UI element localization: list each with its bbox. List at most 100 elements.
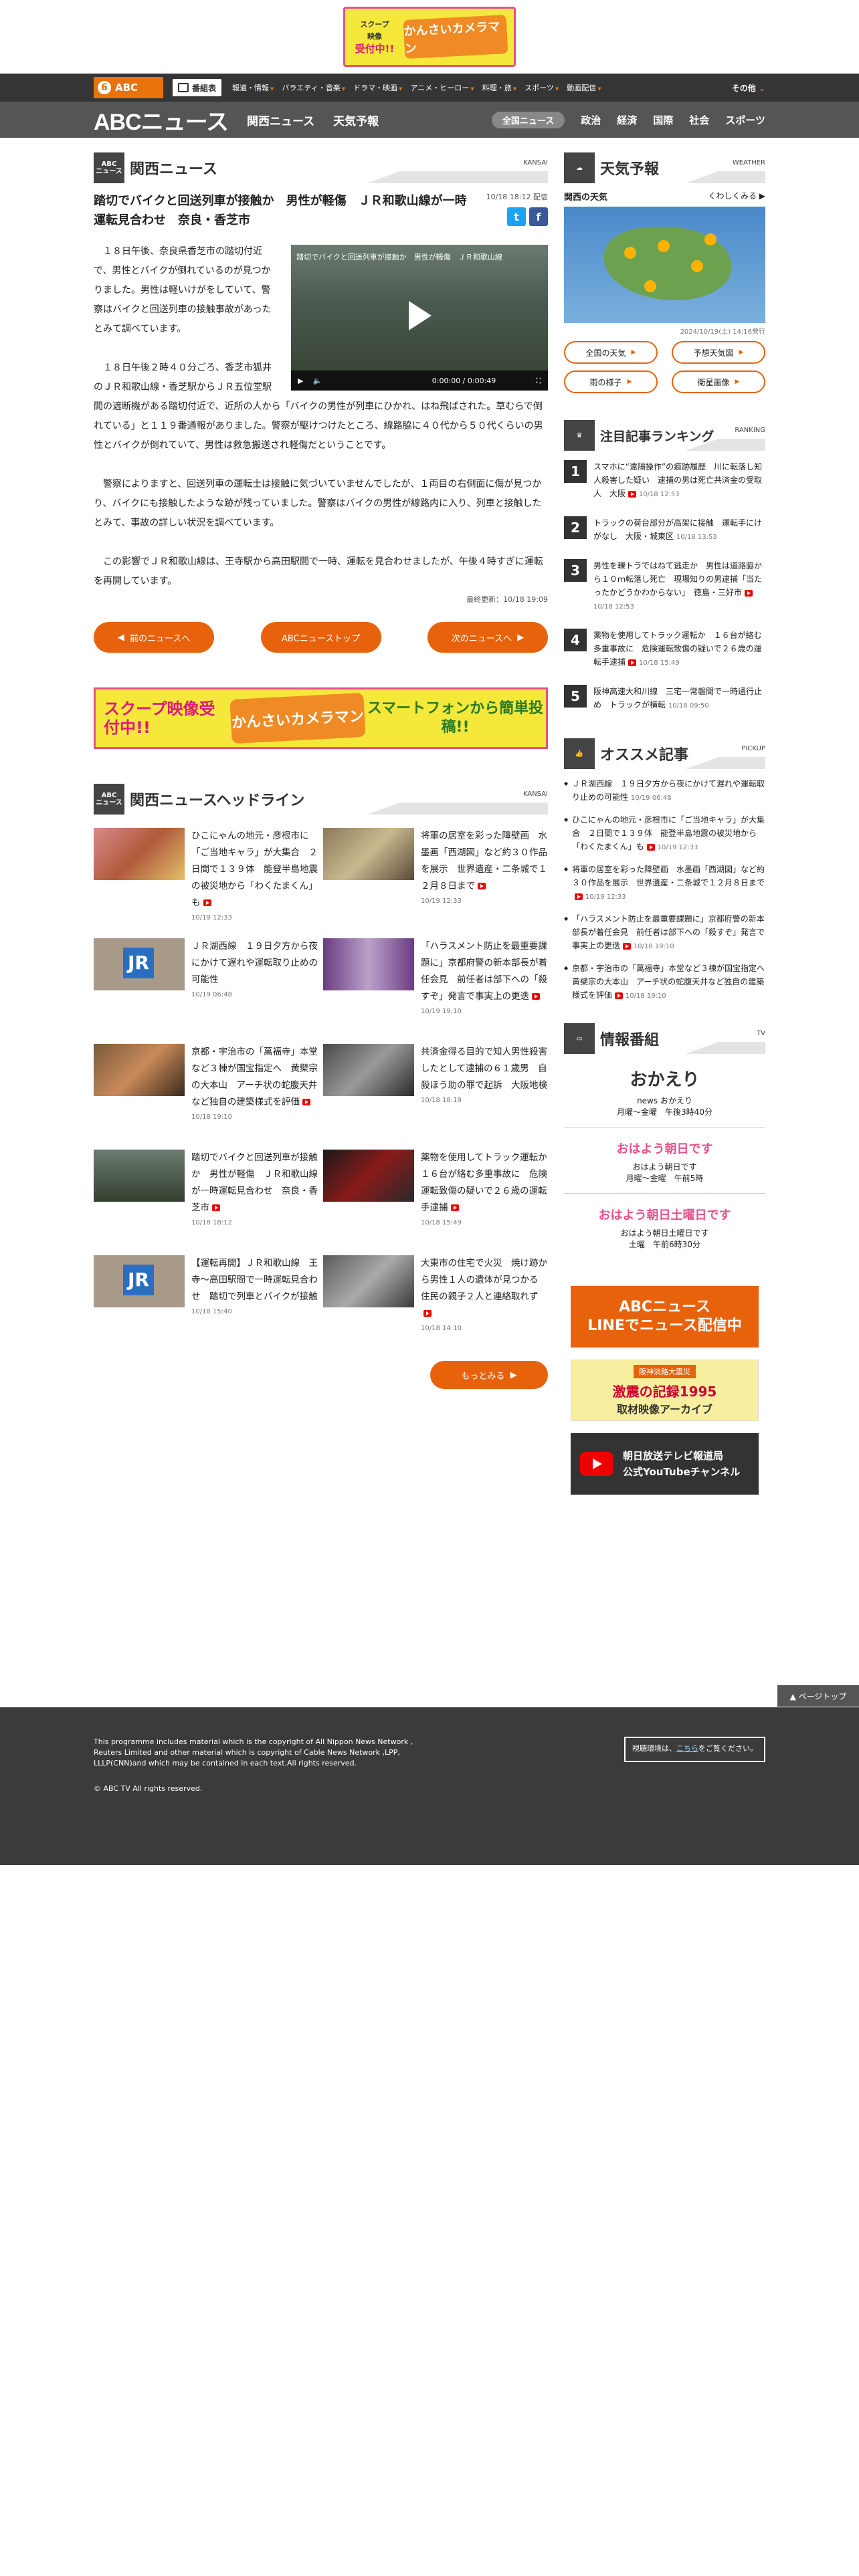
ranking-item[interactable]: 2 トラックの荷台部分が高架に接触 運転手にけがなし 大阪・城東区 10/18 1…: [564, 516, 765, 550]
headline-item[interactable]: 薬物を使用してトラック運転か １６台が絡む多重事故に 危険運転致傷の疑いで２６歳…: [323, 1150, 556, 1241]
headline-date: 10/18 14:10: [421, 1325, 462, 1332]
headline-item[interactable]: 京都・宇治市の「萬福寺」本堂など３棟が国宝指定へ 黄檗宗の大本山 アーチ状の蛇腹…: [94, 1044, 318, 1135]
cat-international[interactable]: 国際: [653, 113, 673, 127]
news-nav: ABCニュース 関西ニュース 天気予報 全国ニュース 政治 経済 国際 社会 ス…: [0, 102, 859, 138]
headline-text: ＪＲ湖西線 １９日夕方から夜にかけて遅れや運転取り止めの可能性: [191, 941, 318, 985]
abc-news-logo[interactable]: ABCニュース: [94, 104, 229, 136]
weather-detail-link[interactable]: くわしくみる ▶: [708, 190, 765, 203]
headline-item[interactable]: 将軍の居室を彩った障壁画 水墨画「西湖図」など約３０作品を展示 世界遺産・二条城…: [323, 828, 548, 924]
prev-news-button[interactable]: ◀ 前のニュースへ: [94, 622, 214, 653]
weather-date: 2024/10/19(土) 14:16発行: [680, 328, 765, 336]
play-icon[interactable]: [409, 301, 432, 330]
headline-item[interactable]: 共済金得る目的で知人男性殺害したとして逮捕の６１歳男 自殺ほう助の罪で起訴 大阪…: [323, 1044, 548, 1135]
headline-thumbnail: [323, 1150, 414, 1202]
youtube-banner[interactable]: 朝日放送テレビ報道局 公式YouTubeチャンネル: [571, 1433, 759, 1495]
program-list: おかえり news おかえり 月曜〜金曜 午後3時40分 おはよう朝日です おは…: [564, 1054, 765, 1259]
video-player[interactable]: 踏切でバイクと回送列車が接触か 男性が軽傷 ＪＲ和歌山線 ▶ 🔈 0:00:00…: [291, 245, 548, 391]
video-icon: [302, 1099, 310, 1105]
program-guide-button[interactable]: 番組表: [173, 79, 222, 96]
headline-item[interactable]: 大東市の住宅で火災 焼け跡から男性１人の遺体が見つかる 住民の親子２人と連絡取れ…: [323, 1255, 548, 1346]
banner-text: 公式YouTubeチャンネル: [623, 1466, 741, 1478]
facebook-icon[interactable]: f: [529, 207, 548, 226]
nav-weather[interactable]: 天気予報: [333, 112, 379, 128]
nav-link[interactable]: スポーツ: [520, 82, 563, 93]
rank-number: 4: [564, 629, 587, 651]
news-top-button[interactable]: ABCニューストップ: [260, 622, 381, 653]
sun-icon: [704, 233, 717, 245]
national-weather-button[interactable]: 全国の天気: [564, 341, 658, 364]
banner-text: LINEでニュース配信中: [587, 1317, 742, 1334]
ranking-item[interactable]: 5 阪神高速大和川線 三宅一常磐間で一時通行止め トラックが横転 10/18 09…: [564, 685, 765, 718]
nav-link[interactable]: 報道・情報: [228, 82, 278, 93]
nav-link[interactable]: 動画配信: [563, 82, 605, 93]
headline-item[interactable]: JR ＪＲ湖西線 １９日夕方から夜にかけて遅れや運転取り止めの可能性 10/19 …: [94, 938, 318, 1029]
pager: ◀ 前のニュースへ ABCニューストップ 次のニュースへ ▶: [94, 622, 548, 653]
badge-text: ABC: [101, 160, 117, 168]
viewing-env-link[interactable]: こちら: [676, 1744, 698, 1753]
pickup-item[interactable]: ＪＲ湖西線 １９日夕方から夜にかけて遅れや運転取り止めの可能性 10/19 06…: [564, 777, 765, 805]
program-item[interactable]: おかえり news おかえり 月曜〜金曜 午後3時40分: [564, 1054, 765, 1128]
nav-link[interactable]: バラエティ・音楽: [278, 82, 349, 93]
cat-society[interactable]: 社会: [689, 113, 709, 127]
program-item[interactable]: おはよう朝日土曜日です おはよう朝日土曜日です 土曜 午前6時30分: [564, 1194, 765, 1259]
weather-map[interactable]: [564, 207, 765, 323]
program-name: news おかえり: [637, 1096, 692, 1105]
ranking-item[interactable]: 4 薬物を使用してトラック運転か １６台が絡む多重事故に 危険運転致傷の疑いで２６…: [564, 629, 765, 675]
scoop-wide-banner[interactable]: スクープ映像受付中!! かんさいカメラマン スマートフォンから簡単投稿!!: [94, 687, 548, 749]
side-column: ☁ 天気予報 WEATHER 関西の天気 くわしくみる ▶ 2024/10/19…: [564, 152, 773, 1495]
ranking-item[interactable]: 3 男性を轢トラではねて逃走か 男性は道路脇から１０ｍ転落し死亡 現場知りの男逮捕…: [564, 559, 765, 619]
cat-sports[interactable]: スポーツ: [725, 113, 765, 127]
banner-text: スマートフォンから簡単投稿!!: [367, 700, 544, 736]
other-menu[interactable]: その他: [732, 82, 765, 94]
headline-item[interactable]: 「ハラスメント防止を最重要課題に」京都府警の新本部長が着任会見 前任者は部下への…: [323, 938, 548, 1029]
video-icon: [575, 893, 583, 900]
satellite-button[interactable]: 衛星画像: [672, 370, 765, 393]
pickup-item[interactable]: 「ハラスメント防止を最重要課題に」京都府警の新本部長が着任会見 前任者は部下への…: [564, 912, 765, 954]
quake-archive-banner[interactable]: 阪神淡路大震災 激震の記録1995 取材映像アーカイブ: [571, 1360, 759, 1421]
nav-link[interactable]: アニメ・ヒーロー: [407, 82, 478, 93]
calendar-icon: [178, 83, 189, 92]
rain-button[interactable]: 雨の様子: [564, 370, 658, 393]
sun-icon: [624, 247, 636, 259]
more-button[interactable]: もっとみる ▶: [430, 1361, 548, 1389]
program-item[interactable]: おはよう朝日です おはよう朝日です 月曜〜金曜 午前5時: [564, 1128, 765, 1194]
article-body: 踏切でバイクと回送列車が接触か 男性が軽傷 ＪＲ和歌山線 ▶ 🔈 0:00:00…: [94, 242, 548, 591]
section-en: PICKUP: [741, 745, 765, 752]
pickup-item[interactable]: ひこにゃんの地元・彦根市に「ご当地キャラ」が大集合 ２日間で１３９体 能登半島地…: [564, 813, 765, 855]
page-top-button[interactable]: ▲ ページトップ: [777, 1685, 859, 1707]
cat-economy[interactable]: 経済: [617, 113, 637, 127]
youtube-icon: [580, 1452, 613, 1476]
headline-text: ひこにゃんの地元・彦根市に「ご当地キャラ」が大集合 ２日間で１３９体 能登半島地…: [191, 831, 318, 908]
nav-link[interactable]: 料理・旅: [478, 82, 520, 93]
headline-date: 10/19 12:33: [421, 897, 462, 905]
volume-icon[interactable]: 🔈: [312, 371, 322, 391]
twitter-icon[interactable]: t: [507, 207, 526, 226]
nav-kansai-news[interactable]: 関西ニュース: [247, 112, 314, 128]
cat-national[interactable]: 全国ニュース: [491, 111, 565, 128]
ranking-item[interactable]: 1 スマホに“遠隔操作”の痕跡履歴 川に転落し知人殺害した疑い 逮捕の男は死亡共済…: [564, 460, 765, 507]
rank-number: 2: [564, 516, 587, 539]
pickup-item[interactable]: 将軍の居室を彩った障壁画 水墨画「西湖図」など約３０作品を展示 世界遺産・二条城…: [564, 863, 765, 904]
headline-item[interactable]: 踏切でバイクと回送列車が接触か 男性が軽傷 ＪＲ和歌山線が一時運転見合わせ 奈良…: [94, 1150, 318, 1241]
forecast-map-button[interactable]: 予想天気図: [672, 341, 765, 364]
cat-politics[interactable]: 政治: [581, 113, 601, 127]
nav-link[interactable]: ドラマ・映画: [349, 82, 406, 93]
line-news-banner[interactable]: ABCニュース LINEでニュース配信中: [571, 1286, 759, 1348]
ranking-title: 注目記事ランキング: [600, 429, 714, 444]
headline-item[interactable]: ひこにゃんの地元・彦根市に「ご当地キャラ」が大集合 ２日間で１３９体 能登半島地…: [94, 828, 318, 924]
abc-logo[interactable]: 6 ABC: [94, 77, 163, 98]
pickup-date: 10/18 19:10: [625, 992, 666, 1000]
pickup-item[interactable]: 京都・宇治市の「萬福寺」本堂など３棟が国宝指定へ 黄檗宗の大本山 アーチ状の蛇腹…: [564, 962, 773, 1003]
video-icon: [646, 843, 655, 851]
headline-item[interactable]: JR 【運転再開】ＪＲ和歌山線 王寺～高田駅間で一時運転見合わせ 踏切で列車とバ…: [94, 1255, 318, 1346]
program-time: 土曜 午前6時30分: [629, 1240, 700, 1249]
headline-thumbnail: [94, 1150, 185, 1202]
article-paragraph: 警察によりますと、回送列車の運転士は接触に気づいていませんでしたが、１両目の右側…: [94, 479, 542, 528]
banner-text: スクープ: [360, 20, 389, 29]
scoop-banner[interactable]: スクープ 映像 受付中!! かんさいカメラマン: [343, 7, 516, 67]
play-small-icon[interactable]: ▶: [298, 371, 303, 391]
next-news-button[interactable]: 次のニュースへ ▶: [427, 622, 548, 653]
headlines-header: ABC ニュース 関西ニュースヘッドライン KANSAI: [94, 784, 548, 815]
program-time: 月曜〜金曜 午後3時40分: [617, 1107, 712, 1117]
fullscreen-icon[interactable]: ⛶: [536, 371, 541, 391]
